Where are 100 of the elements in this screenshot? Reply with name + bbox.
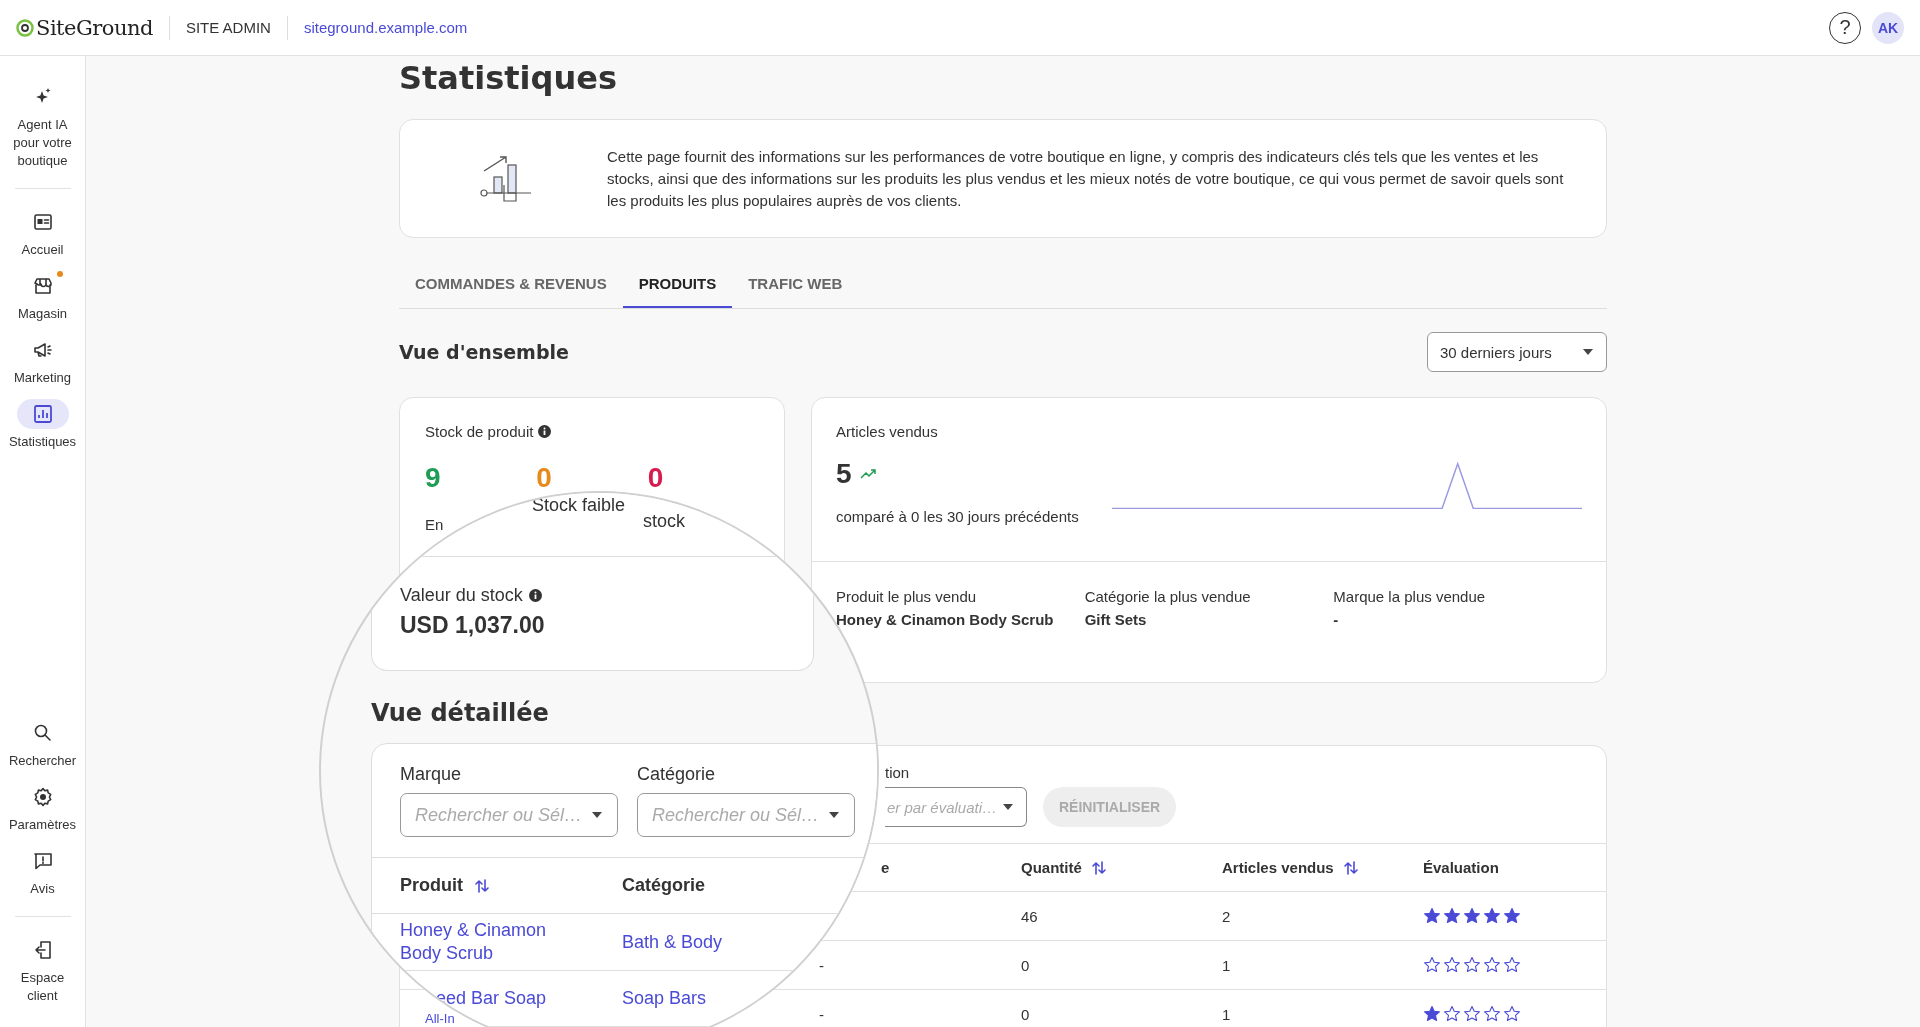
sidebar-label: Rechercher	[7, 752, 78, 770]
help-button[interactable]: ?	[1829, 11, 1861, 44]
table-cell: 46	[1021, 907, 1038, 925]
stock-label: Stock faible	[532, 495, 626, 517]
star-icon	[1443, 907, 1461, 925]
table-cell: -	[819, 956, 824, 974]
stock-count: 0	[536, 462, 553, 494]
star-icon	[1423, 1005, 1441, 1023]
star-icon	[1463, 907, 1481, 925]
stat-value: -	[1333, 611, 1340, 628]
column-header[interactable]: Articles vendus	[1222, 859, 1334, 876]
table-cell: 1	[1222, 1005, 1231, 1023]
sidebar-item[interactable]: Agent IA pour votre boutique	[4, 82, 81, 170]
filter-label: Marque	[400, 764, 463, 785]
tab[interactable]: TRAFIC WEB	[732, 262, 859, 308]
star-icon	[1463, 1005, 1481, 1023]
stat-label: Marque la plus vendue	[1333, 588, 1487, 605]
star-icon	[1483, 907, 1501, 925]
tab[interactable]: PRODUITS	[622, 262, 733, 308]
sidebar-item[interactable]: Avis	[4, 846, 81, 898]
column-header[interactable]: Évaluation	[1423, 859, 1499, 876]
sidebar-item[interactable]: Paramètres	[4, 782, 81, 834]
table-cell: 0	[1021, 956, 1030, 974]
stat-label: Catégorie la plus vendue	[1084, 588, 1252, 605]
stat-label: Produit le plus vendu	[836, 588, 978, 605]
tab[interactable]: COMMANDES & REVENUS	[399, 262, 623, 308]
comparison-text: comparé à 0 les 30 jours précédents	[836, 508, 1079, 525]
logo-text[interactable]: SiteGround	[36, 15, 153, 40]
filter-label: Catégorie	[637, 764, 717, 785]
filter-label: tion	[885, 764, 911, 781]
domain-link[interactable]: siteground.example.com	[303, 19, 468, 36]
column-header[interactable]: Catégorie	[622, 875, 706, 896]
settings-icon	[32, 787, 53, 807]
dashboard-icon	[32, 212, 53, 232]
card-title: Articles vendus	[836, 423, 939, 440]
page-title: Statistiques	[399, 58, 618, 99]
star-icon	[1423, 956, 1441, 974]
sidebar-label: Espace client	[19, 969, 66, 1005]
category-link[interactable]: Soap Bars	[622, 982, 707, 1015]
star-icon	[1443, 956, 1461, 974]
column-header[interactable]: Produit	[400, 875, 463, 896]
card-title: Valeur du stock	[400, 585, 523, 606]
avatar[interactable]: AK	[1872, 11, 1904, 44]
period-dropdown[interactable]: 30 derniers jours	[1427, 332, 1607, 372]
column-header[interactable]: Quantité	[1021, 859, 1082, 876]
star-icon	[1503, 907, 1521, 925]
category-link[interactable]: Bath & Body	[622, 925, 723, 959]
star-icon	[1463, 956, 1481, 974]
stat-value: Honey & Cinamon Body Scrub	[836, 611, 1055, 628]
caret-icon	[1582, 348, 1594, 356]
star-icon	[1483, 956, 1501, 974]
table-cell: -	[819, 1005, 824, 1023]
sidebar-item[interactable]: Rechercher	[4, 718, 81, 770]
search-icon	[32, 723, 53, 743]
star-icon	[1503, 956, 1521, 974]
table-cell: 0	[1021, 1005, 1030, 1023]
sidebar-label: Avis	[29, 880, 56, 898]
info-icon	[528, 589, 542, 602]
table-cell: 1	[1222, 956, 1231, 974]
caret-icon	[828, 811, 840, 819]
column-header[interactable]: e	[881, 859, 890, 876]
sidebar-item[interactable]: Statistiques	[4, 399, 81, 451]
sidebar-item[interactable]: Magasin	[4, 271, 81, 323]
sidebar-label: Accueil	[20, 241, 65, 259]
card-title: Stock de produit	[425, 423, 534, 440]
chart-icon	[32, 404, 53, 424]
section-title: Vue détaillée	[371, 698, 550, 729]
sales-value: 5	[836, 458, 852, 490]
info-icon	[538, 425, 552, 438]
star-icon	[1423, 907, 1441, 925]
stock-value: USD 1,037.00	[400, 612, 546, 639]
sidebar-item[interactable]: Espace client	[4, 935, 81, 1005]
stock-label: stock	[643, 511, 686, 533]
sidebar-item[interactable]: Accueil	[4, 207, 81, 259]
logo-icon	[16, 17, 34, 38]
sidebar-label: Marketing	[12, 369, 73, 387]
caret-icon	[591, 811, 603, 819]
exit-icon	[32, 940, 53, 960]
stock-count: 9	[425, 462, 442, 494]
sidebar-label: Paramètres	[7, 816, 78, 834]
star-icon	[1503, 1005, 1521, 1023]
section-label: SITE ADMIN	[185, 19, 271, 36]
chart-growth-icon	[480, 154, 532, 203]
megaphone-icon	[32, 340, 53, 360]
stock-label: En	[425, 516, 444, 533]
section-title: Vue d'ensemble	[399, 341, 569, 363]
product-subtitle: All-In	[425, 1010, 455, 1026]
intro-text: Cette page fournit des informations sur les performances de votre boutique en ligne, y compris des indicateurs clés tels que les ventes et les stocks, ainsi que des informations sur les produits les plus vendus et les mieux notés de votre boutique, ce qui vous permet de savoir quels sont les produits les plus populaires auprès de vos clients.	[607, 146, 1565, 211]
store-icon	[32, 276, 53, 296]
product-link[interactable]: Honey & Cinamon Body Scrub	[400, 914, 590, 970]
feedback-icon	[32, 851, 53, 871]
sidebar-label: Agent IA pour votre boutique	[12, 116, 73, 170]
sidebar-label: Statistiques	[7, 433, 78, 451]
caret-icon	[1002, 803, 1014, 811]
star-icon	[1443, 1005, 1461, 1023]
stat-value: Gift Sets	[1084, 611, 1148, 628]
trend-up-icon	[859, 469, 876, 479]
sidebar-item[interactable]: Marketing	[4, 335, 81, 387]
sidebar-label: Magasin	[16, 305, 69, 323]
stock-count: 0	[647, 462, 665, 494]
